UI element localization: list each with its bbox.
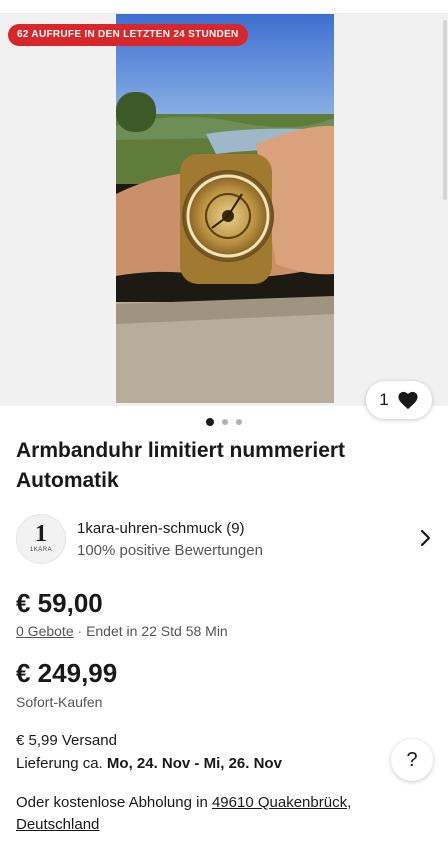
chevron-right-icon[interactable] <box>420 529 432 547</box>
heart-icon <box>398 391 418 410</box>
shipping-cost: € 5,99 Versand <box>16 732 117 749</box>
auction-end-time: Endet in 22 Std 58 Min <box>86 623 228 639</box>
pagination-dot[interactable] <box>206 418 214 426</box>
image-gallery[interactable]: 62 AUFRUFE IN DEN LETZTEN 24 STUNDEN <box>0 14 448 406</box>
views-badge: 62 AUFRUFE IN DEN LETZTEN 24 STUNDEN <box>8 24 248 46</box>
gallery-pagination <box>0 416 448 428</box>
buy-now-label: Sofort-Kaufen <box>16 694 103 710</box>
separator: · <box>77 623 83 639</box>
pickup-prefix: Oder kostenlose Abholung in <box>16 794 212 811</box>
pagination-dot[interactable] <box>236 419 242 425</box>
watch-count: 1 <box>379 390 389 409</box>
delivery-prefix: Lieferung ca. <box>16 755 107 772</box>
seller-name: 1kara-uhren-schmuck (9) <box>77 520 245 537</box>
help-button[interactable]: ? <box>391 739 433 781</box>
listing-title: Armbanduhr limitiert nummeriert Automati… <box>16 439 346 492</box>
watchlist-button[interactable]: 1 <box>366 381 432 419</box>
buy-now-price: € 249,99 <box>16 658 118 688</box>
seller-avatar: 1 1KARA <box>16 514 66 564</box>
pickup-location-link[interactable]: 49610 Quakenbrück <box>212 794 347 811</box>
pickup-comma: , <box>347 794 352 811</box>
top-bar <box>0 0 448 14</box>
logo-number: 1 <box>35 521 47 547</box>
pickup-country-link[interactable]: Deutschland <box>16 816 99 833</box>
logo-text: 1KARA <box>29 547 53 553</box>
seller-rating: 100% positive Bewertungen <box>77 542 263 559</box>
delivery-dates: Mo, 24. Nov - Mi, 26. Nov <box>106 755 282 772</box>
current-bid-price: € 59,00 <box>16 588 103 618</box>
pickup-info: Oder kostenlose Abholung in 49610 Quaken… <box>16 792 436 836</box>
bid-info: 0 Gebote · Endet in 22 Std 58 Min <box>16 623 228 639</box>
delivery-estimate: Lieferung ca. Mo, 24. Nov - Mi, 26. Nov <box>16 755 282 772</box>
bids-link[interactable]: 0 Gebote <box>16 623 74 639</box>
product-photo[interactable] <box>116 14 334 403</box>
pagination-dot[interactable] <box>222 419 228 425</box>
seller-row[interactable]: 1 1KARA 1kara-uhren-schmuck (9) 100% pos… <box>16 512 440 568</box>
gallery-scrollbar[interactable] <box>443 20 447 200</box>
